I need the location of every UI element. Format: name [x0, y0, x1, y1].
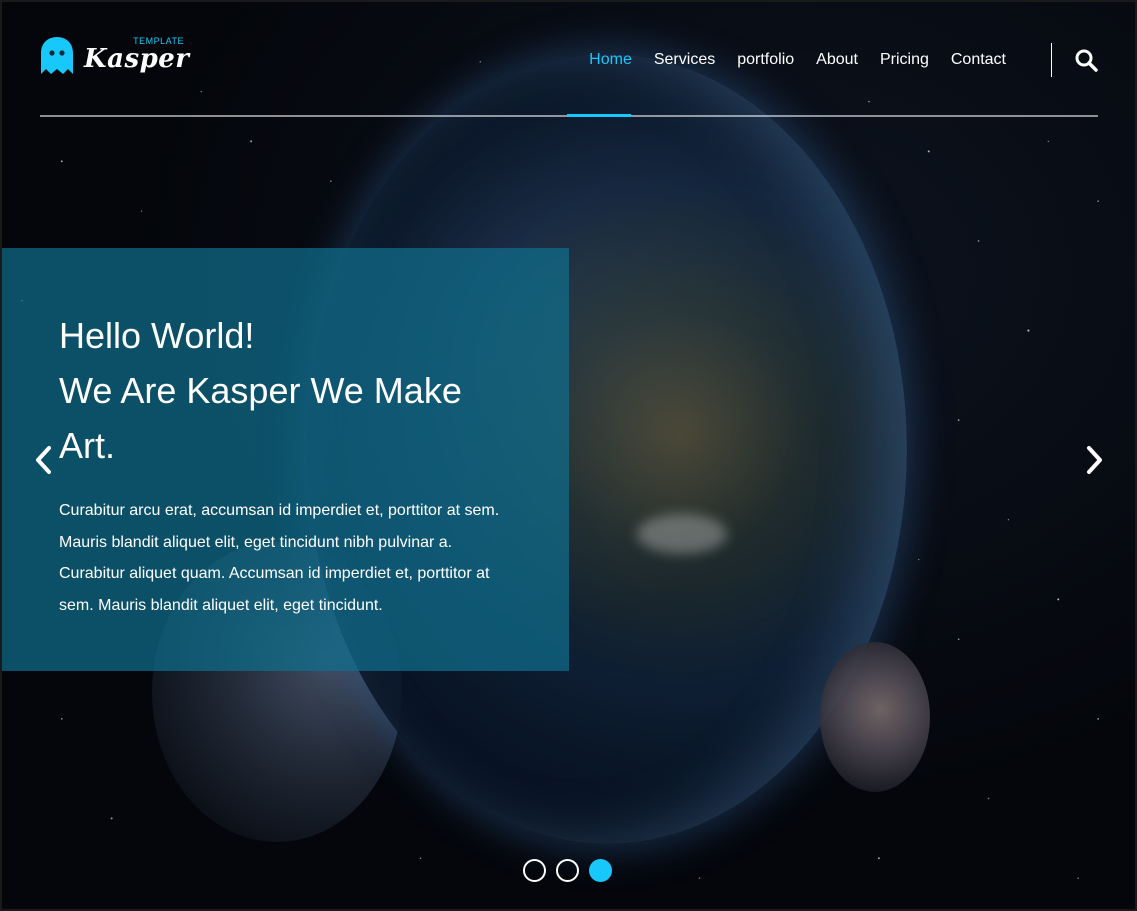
logo[interactable]: TEMPLATE Kasper — [40, 36, 189, 76]
nav-link-portfolio[interactable]: portfolio — [737, 42, 794, 78]
small-planet-right — [820, 642, 930, 792]
main-nav: Home Services portfolio About Pricing Co… — [567, 42, 1098, 78]
nav-active-indicator — [567, 114, 631, 117]
slider-bullet-2[interactable] — [556, 859, 579, 882]
logo-text: TEMPLATE Kasper — [84, 36, 189, 76]
nav-link-about[interactable]: About — [816, 42, 858, 78]
hero-title-line1: Hello World! — [59, 315, 255, 356]
ghost-icon — [41, 37, 73, 74]
nav-link-contact[interactable]: Contact — [951, 42, 1006, 78]
nav-divider — [1051, 43, 1052, 77]
hero-title: Hello World! We Are Kasper We Make Art. — [59, 308, 519, 473]
hero-description: Curabitur arcu erat, accumsan id imperdi… — [59, 502, 500, 614]
logo-wordmark: Kasper — [84, 44, 190, 74]
hero-section: TEMPLATE Kasper Home Services portfolio … — [0, 0, 1137, 911]
hero-text-panel: Hello World! We Are Kasper We Make Art. … — [2, 248, 569, 671]
nav-link-services[interactable]: Services — [654, 42, 715, 78]
nav-link-home[interactable]: Home — [589, 42, 632, 78]
hero-title-line2: We Are Kasper We Make Art. — [59, 370, 462, 466]
nav-link-pricing[interactable]: Pricing — [880, 42, 929, 78]
chevron-left-icon[interactable] — [32, 442, 56, 478]
chevron-right-icon[interactable] — [1082, 442, 1106, 478]
slider-bullets — [523, 859, 622, 882]
slider-bullet-1[interactable] — [523, 859, 546, 882]
slider-bullet-3[interactable] — [589, 859, 612, 882]
site-header: TEMPLATE Kasper Home Services portfolio … — [40, 32, 1098, 117]
search-icon[interactable] — [1074, 48, 1098, 72]
nav-links: Home Services portfolio About Pricing Co… — [567, 42, 1006, 78]
